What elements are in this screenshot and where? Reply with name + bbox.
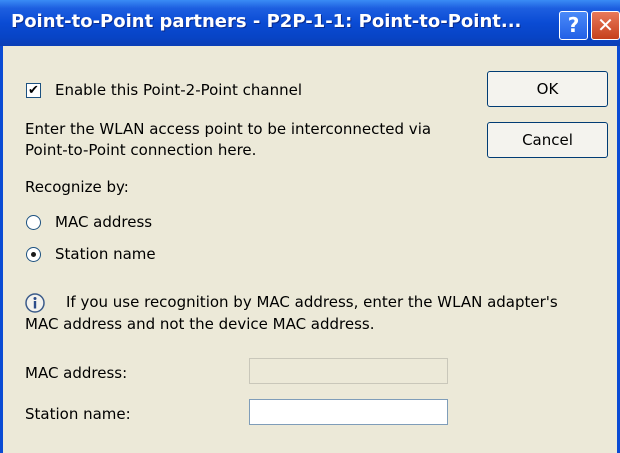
info-line-2: MAC address and not the device MAC addre… [25, 315, 375, 333]
mac-address-radio-label[interactable]: MAC address [55, 213, 152, 231]
mac-address-field[interactable] [249, 358, 448, 384]
station-name-radio-label[interactable]: Station name [55, 245, 156, 263]
station-name-field[interactable] [249, 399, 448, 425]
radio-selected-dot [31, 252, 36, 257]
window-title: Point-to-Point partners - P2P-1-1: Point… [11, 11, 522, 32]
title-bar[interactable]: Point-to-Point partners - P2P-1-1: Point… [0, 0, 620, 46]
cancel-button[interactable]: Cancel [487, 122, 608, 158]
mac-address-label: MAC address: [25, 364, 128, 382]
dialog-window: Point-to-Point partners - P2P-1-1: Point… [0, 0, 620, 453]
info-line-1: If you use recognition by MAC address, e… [66, 293, 558, 311]
station-name-radio[interactable] [26, 247, 41, 262]
enable-channel-label[interactable]: Enable this Point-2-Point channel [55, 81, 302, 99]
info-icon [25, 293, 45, 313]
ok-button[interactable]: OK [487, 71, 608, 107]
instructions-line-1: Enter the WLAN access point to be interc… [25, 120, 432, 138]
help-button[interactable]: ? [559, 11, 588, 40]
instructions-line-2: Point-to-Point connection here. [25, 141, 257, 159]
station-name-label: Station name: [25, 405, 131, 423]
recognize-heading: Recognize by: [25, 178, 129, 196]
close-button[interactable]: ✕ [591, 11, 620, 40]
enable-channel-checkbox[interactable]: ✔ [26, 83, 41, 98]
mac-address-radio[interactable] [26, 215, 41, 230]
